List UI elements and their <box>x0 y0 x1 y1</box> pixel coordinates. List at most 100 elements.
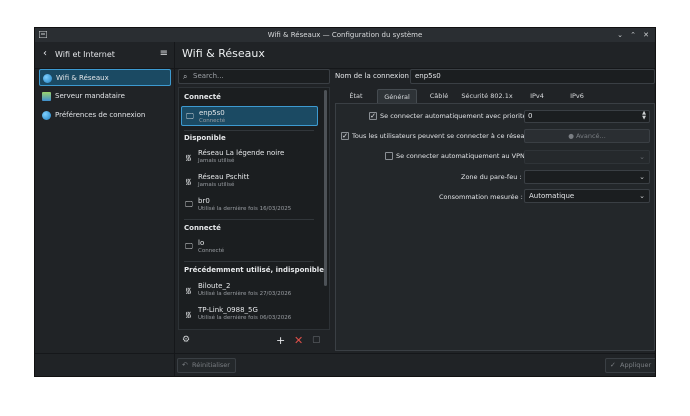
vpn-checkbox[interactable] <box>385 152 393 160</box>
tab-ipv6[interactable]: IPv6 <box>559 89 595 103</box>
firewall-zone-label: Zone du pare-feu : <box>461 173 522 181</box>
reset-button[interactable]: ↶ Réinitialiser <box>177 358 236 373</box>
sidebar-item-label: Préférences de connexion <box>55 111 146 119</box>
configure-icon[interactable]: ⚙ <box>182 335 190 345</box>
connection-name: TP-Link_0988_5G <box>198 306 258 314</box>
page-header: Wifi & Réseaux <box>175 42 655 69</box>
sidebar-item-wifi-reseaux[interactable]: Wifi & Réseaux <box>39 69 171 86</box>
divider <box>184 261 314 262</box>
spin-arrows-icon[interactable]: ▲ ▼ <box>642 111 646 121</box>
sidebar-item-label: Wifi & Réseaux <box>56 74 109 82</box>
group-title: Connecté <box>184 93 221 101</box>
connection-status: Connecté <box>198 248 225 254</box>
remove-icon[interactable]: ✕ <box>294 334 303 347</box>
search-icon: ⌕ <box>183 72 188 81</box>
sidebar-item-serveur-mandataire[interactable]: Serveur mandataire <box>39 88 171 105</box>
list-item[interactable]: ᯾ Réseau Pschitt Jamais utilisé <box>181 171 318 191</box>
title-bar: Wifi & Réseaux — Configuration du systèm… <box>35 28 655 42</box>
sidebar-header: ‹ Wifi et Internet ≡ <box>35 42 175 69</box>
hamburger-menu-icon[interactable]: ≡ <box>160 48 168 59</box>
back-arrow-icon[interactable]: ‹ <box>43 48 47 59</box>
wifi-icon: ᯾ <box>185 177 192 186</box>
tab-etat[interactable]: État <box>339 89 373 103</box>
settings-window: Wifi & Réseaux — Configuration du systèm… <box>34 27 656 377</box>
all-users-label: Tous les utilisateurs peuvent se connect… <box>352 132 529 140</box>
metered-select[interactable]: Automatique ⌄ <box>524 189 650 203</box>
connection-name: enp5s0 <box>199 109 225 117</box>
window-title: Wifi & Réseaux — Configuration du systèm… <box>267 31 423 39</box>
sidebar-title[interactable]: Wifi et Internet <box>55 50 115 59</box>
metered-value: Automatique <box>529 192 575 200</box>
tab-securite[interactable]: Sécurité 802.1x <box>459 89 515 103</box>
connection-list: Connecté 🖵 enp5s0 Connecté Disponible ᯾ … <box>178 87 330 330</box>
group-title: Disponible <box>184 134 226 142</box>
app-menu-icon[interactable] <box>39 31 47 38</box>
sidebar-item-preferences-connexion[interactable]: Préférences de connexion <box>39 107 171 124</box>
all-users-checkbox[interactable]: ✓ <box>341 132 349 140</box>
apply-button[interactable]: ✓ Appliquer <box>605 358 655 373</box>
reset-label: Réinitialiser <box>192 361 230 369</box>
connection-name: Réseau La légende noire <box>198 149 285 157</box>
globe-icon <box>43 74 52 83</box>
vpn-label: Se connecter automatiquement au VPN <box>396 152 525 160</box>
wifi-icon: ᯾ <box>185 310 192 319</box>
connection-status: Utilisé la dernière fois 16/03/2025 <box>198 206 292 212</box>
vpn-select[interactable]: ⌄ <box>524 150 650 164</box>
connection-name: Biloute_2 <box>198 282 231 290</box>
connection-name: lo <box>198 239 205 247</box>
group-title: Précédemment utilisé, indisponible <box>184 266 324 274</box>
list-item[interactable]: 🖵 br0 Utilisé la dernière fois 16/03/202… <box>181 195 318 215</box>
divider <box>184 130 314 131</box>
tab-bar: État Général Câblé Sécurité 802.1x IPv4 … <box>335 89 655 103</box>
tab-ipv4[interactable]: IPv4 <box>519 89 555 103</box>
chevron-down-icon: ⌄ <box>639 192 645 200</box>
tab-general[interactable]: Général <box>377 89 417 103</box>
list-item[interactable]: 🖵 enp5s0 Connecté <box>181 106 318 126</box>
ethernet-icon: 🖵 <box>185 242 193 251</box>
advanced-label: Avancé... <box>575 132 606 140</box>
connection-name: Réseau Pschitt <box>198 173 250 181</box>
connection-status: Jamais utilisé <box>198 182 235 188</box>
list-toolbar: ⚙ + ✕ ▢ <box>178 330 330 350</box>
connection-status: Jamais utilisé <box>198 158 235 164</box>
scrollbar[interactable] <box>324 90 327 286</box>
list-item[interactable]: 🖵 lo Connecté <box>181 237 318 257</box>
tab-cable[interactable]: Câblé <box>421 89 457 103</box>
metered-label: Consommation mesurée : <box>439 193 523 201</box>
ethernet-icon: 🖵 <box>185 200 193 209</box>
sidebar-item-label: Serveur mandataire <box>55 92 125 100</box>
minimize-icon[interactable]: ⌄ <box>617 28 623 42</box>
add-icon[interactable]: + <box>276 334 285 347</box>
wifi-icon: ᯾ <box>185 153 192 162</box>
list-item[interactable]: ᯾ TP-Link_0988_5G Utilisé la dernière fo… <box>181 304 318 324</box>
undo-icon: ↶ <box>182 361 188 369</box>
page-title: Wifi & Réseaux <box>182 47 265 60</box>
firewall-zone-select[interactable]: ⌄ <box>524 170 650 184</box>
connection-name: br0 <box>198 197 210 205</box>
group-title: Connecté <box>184 224 221 232</box>
checkmark-icon: ✓ <box>610 361 616 369</box>
footer: ↶ Réinitialiser ✓ Appliquer <box>35 353 655 376</box>
search-placeholder: Search... <box>193 72 224 80</box>
list-item[interactable]: ᯾ Biloute_2 Utilisé la dernière fois 27/… <box>181 280 318 300</box>
list-item[interactable]: ᯾ Réseau La légende noire Jamais utilisé <box>181 147 318 167</box>
maximize-icon[interactable]: ⌃ <box>630 28 636 42</box>
connection-status: Utilisé la dernière fois 06/03/2026 <box>198 315 292 321</box>
search-input[interactable]: ⌕ Search... <box>178 69 330 84</box>
connection-name-field[interactable]: enp5s0 <box>410 69 655 84</box>
priority-spinbox[interactable]: 0 ▲ ▼ <box>524 110 650 123</box>
chevron-down-icon: ⌄ <box>639 153 645 161</box>
chevron-down-icon: ⌄ <box>639 173 645 181</box>
ethernet-icon: 🖵 <box>186 112 194 121</box>
auto-connect-checkbox[interactable]: ✓ <box>369 112 377 120</box>
connection-name-label: Nom de la connexion : <box>335 72 414 80</box>
advanced-button[interactable]: ● Avancé... <box>524 129 650 143</box>
connection-status: Utilisé la dernière fois 27/03/2026 <box>198 291 292 297</box>
close-icon[interactable]: ✕ <box>643 28 649 42</box>
export-icon[interactable]: ▢ <box>312 335 321 345</box>
sidebar: Wifi & Réseaux Serveur mandataire Préfér… <box>35 69 175 376</box>
priority-value: 0 <box>528 112 533 120</box>
proxy-icon <box>42 92 51 101</box>
globe-icon <box>42 111 51 120</box>
divider <box>184 219 314 220</box>
